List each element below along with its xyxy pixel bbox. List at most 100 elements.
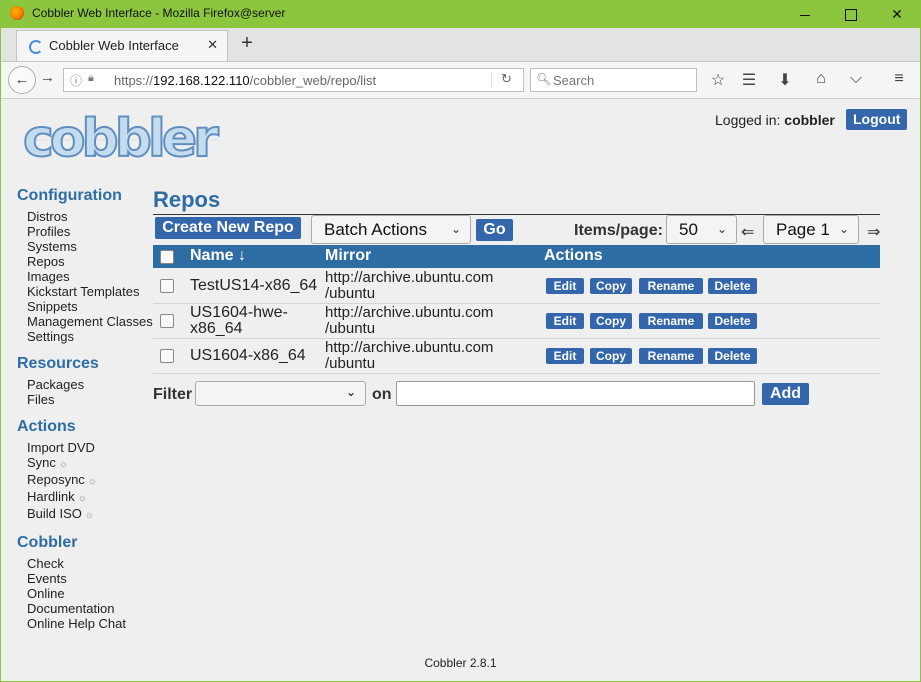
add-filter-button[interactable]: Add	[762, 383, 809, 405]
chevron-down-icon: ⌄	[450, 222, 461, 236]
chevron-down-icon: ⌄	[345, 385, 356, 399]
sidebar-item-documentation[interactable]: Documentation	[27, 601, 157, 616]
cobbler-menu: Check Events Online Documentation Online…	[27, 556, 157, 631]
sidebar-item-kickstart-templates[interactable]: Kickstart Templates	[27, 284, 157, 299]
go-button[interactable]: Go	[476, 219, 513, 241]
select-all-checkbox[interactable]	[160, 250, 174, 264]
search-input[interactable]	[553, 71, 691, 89]
url-bar[interactable]: ⓘ 🔒︎ https://192.168.122.110/cobbler_web…	[63, 68, 524, 92]
reader-icon[interactable]: ☰	[739, 70, 759, 90]
repo-name-link[interactable]: US1604-hwe-x86_64	[190, 305, 288, 337]
on-label: on	[372, 386, 392, 403]
sidebar-item-distros[interactable]: Distros	[27, 209, 157, 224]
back-icon[interactable]: ←	[8, 66, 36, 94]
sidebar-item-systems[interactable]: Systems	[27, 239, 157, 254]
resources-menu: Packages Files	[27, 377, 157, 407]
sun-icon: ☼	[77, 493, 87, 504]
table-row: US1604-x86_64 http://archive.ubuntu.com /…	[153, 338, 880, 374]
filter-field-select[interactable]: ⌄	[195, 381, 366, 406]
repo-name-link[interactable]: US1604-x86_64	[190, 348, 306, 364]
sidebar-item-online[interactable]: Online	[27, 586, 157, 601]
login-status: Logged in: cobbler	[715, 112, 835, 128]
star-icon[interactable]: ☆	[708, 70, 728, 90]
sidebar-item-repos[interactable]: Repos	[27, 254, 157, 269]
sidebar-item-reposync[interactable]: Reposync ☼	[27, 472, 157, 489]
footer-version: Cobbler 2.8.1	[424, 656, 497, 670]
tab-cobbler[interactable]: Cobbler Web Interface ✕	[16, 30, 228, 61]
tab-close-icon[interactable]: ✕	[207, 37, 218, 53]
maximize-button[interactable]	[828, 2, 874, 26]
sidebar-item-import-dvd[interactable]: Import DVD	[27, 440, 157, 455]
edit-button[interactable]: Edit	[546, 278, 584, 294]
sidebar-item-events[interactable]: Events	[27, 571, 157, 586]
delete-button[interactable]: Delete	[708, 313, 757, 329]
chevron-down-icon: ⌄	[838, 222, 849, 236]
sidebar-item-hardlink[interactable]: Hardlink ☼	[27, 489, 157, 506]
reload-icon[interactable]: ↻	[501, 71, 512, 87]
loading-icon	[29, 40, 43, 54]
rename-button[interactable]: Rename	[639, 313, 703, 329]
sidebar-item-snippets[interactable]: Snippets	[27, 299, 157, 314]
sidebar-item-files[interactable]: Files	[27, 392, 157, 407]
column-header-actions: Actions	[544, 247, 603, 264]
copy-button[interactable]: Copy	[590, 348, 632, 364]
page-select[interactable]: Page 1 ⌄	[763, 215, 859, 244]
sidebar-item-images[interactable]: Images	[27, 269, 157, 284]
table-row: TestUS14-x86_64 http://archive.ubuntu.co…	[153, 268, 880, 304]
row-checkbox[interactable]	[160, 349, 174, 363]
info-icon[interactable]: ⓘ	[70, 72, 82, 89]
row-checkbox[interactable]	[160, 314, 174, 328]
web-page: cobbler cobbler Logged in: cobbler Logou…	[1, 99, 920, 681]
cobbler-logo[interactable]: cobbler	[22, 108, 220, 170]
batch-actions-select[interactable]: Batch Actions ⌄	[311, 215, 471, 244]
navigation-bar: ← → ⓘ 🔒︎ https://192.168.122.110/cobbler…	[1, 62, 920, 99]
sidebar-item-build-iso[interactable]: Build ISO ☼	[27, 506, 157, 523]
copy-button[interactable]: Copy	[590, 313, 632, 329]
table-row: US1604-hwe-x86_64 http://archive.ubuntu.…	[153, 303, 880, 339]
next-page-arrow[interactable]: ⇒	[867, 222, 880, 242]
search-icon: 🔍︎	[536, 72, 552, 86]
actions-menu: Import DVD Sync ☼ Reposync ☼ Hardlink ☼ Bui…	[27, 440, 157, 523]
edit-button[interactable]: Edit	[546, 348, 584, 364]
search-bar[interactable]: 🔍︎	[530, 68, 697, 92]
close-window-button[interactable]: ✕	[874, 2, 920, 26]
sidebar-item-sync[interactable]: Sync ☼	[27, 455, 157, 472]
edit-button[interactable]: Edit	[546, 313, 584, 329]
chevron-down-icon: ⌄	[716, 222, 727, 236]
create-new-repo-button[interactable]: Create New Repo	[155, 217, 301, 239]
repo-name-link[interactable]: TestUS14-x86_64	[190, 278, 317, 294]
logout-button[interactable]: Logout	[846, 109, 908, 130]
delete-button[interactable]: Delete	[708, 278, 757, 294]
rename-button[interactable]: Rename	[639, 278, 703, 294]
items-per-page-select[interactable]: 50 ⌄	[666, 215, 737, 244]
column-header-name[interactable]: Name ↓	[190, 247, 246, 265]
menu-icon[interactable]: ≡	[889, 70, 909, 88]
minimize-button[interactable]	[782, 2, 828, 26]
sidebar-item-management-classes[interactable]: Management Classes	[27, 314, 157, 329]
column-header-mirror[interactable]: Mirror	[325, 247, 371, 265]
repo-mirror: http://archive.ubuntu.com/ubuntu	[325, 304, 494, 337]
pocket-icon[interactable]: ⌵	[846, 70, 866, 88]
sidebar-item-profiles[interactable]: Profiles	[27, 224, 157, 239]
sidebar-item-packages[interactable]: Packages	[27, 377, 157, 392]
previous-page-arrow[interactable]: ⇐	[741, 222, 754, 242]
copy-button[interactable]: Copy	[590, 278, 632, 294]
sidebar-item-check[interactable]: Check	[27, 556, 157, 571]
rename-button[interactable]: Rename	[639, 348, 703, 364]
items-per-page-label: Items/page:	[574, 222, 663, 239]
sidebar-item-online-help-chat[interactable]: Online Help Chat	[27, 616, 157, 631]
filter-value-input[interactable]	[396, 381, 755, 406]
repo-mirror: http://archive.ubuntu.com/ubuntu	[325, 339, 494, 372]
lock-icon[interactable]: 🔒︎	[88, 72, 94, 85]
repo-mirror: http://archive.ubuntu.com/ubuntu	[325, 269, 494, 302]
row-checkbox[interactable]	[160, 279, 174, 293]
sidebar-item-settings[interactable]: Settings	[27, 329, 157, 344]
username: cobbler	[784, 112, 835, 128]
home-icon[interactable]: ⌂	[811, 70, 831, 88]
url-text[interactable]: https://192.168.122.110/cobbler_web/repo…	[114, 73, 376, 88]
forward-icon[interactable]: →	[40, 69, 55, 86]
delete-button[interactable]: Delete	[708, 348, 757, 364]
page-title: Repos	[153, 187, 221, 212]
download-icon[interactable]: ⬇	[775, 70, 795, 90]
new-tab-button[interactable]: +	[237, 32, 257, 55]
